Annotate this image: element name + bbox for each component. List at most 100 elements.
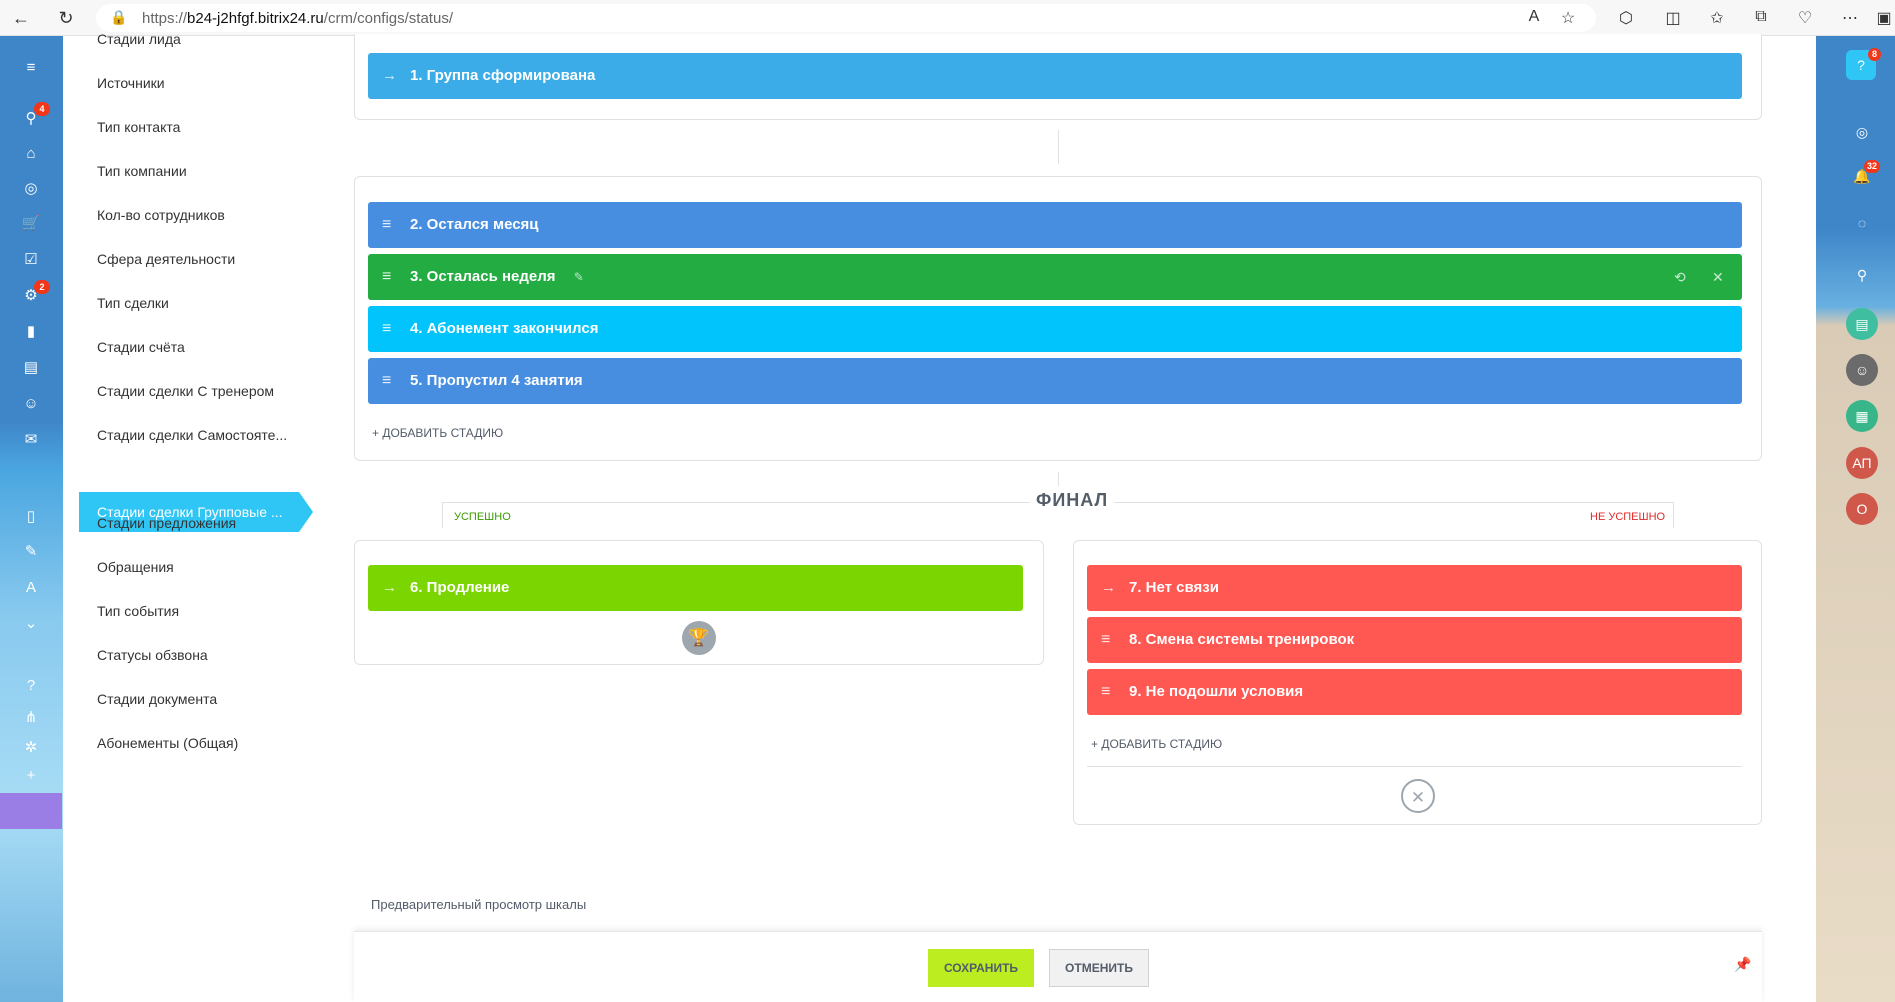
edge-sidebar-icon[interactable]: ▣ bbox=[1874, 8, 1894, 28]
stage-fail[interactable]: ≡ 8. Смена системы тренировок bbox=[1087, 617, 1742, 663]
stage-fail[interactable]: → 7. Нет связи bbox=[1087, 565, 1742, 611]
browser-toolbar: ← ↻ 🔒 https://b24-j2hfgf.bitrix24.ru/crm… bbox=[0, 0, 1895, 36]
avatar-o[interactable]: О bbox=[1846, 493, 1878, 525]
close-circle-icon: ✕ bbox=[1401, 779, 1435, 813]
collections-icon[interactable]: ⧉ bbox=[1751, 8, 1771, 26]
favorites-icon[interactable]: ✩ bbox=[1707, 8, 1727, 28]
menu-item[interactable]: Тип контакта bbox=[97, 119, 180, 135]
stage-item[interactable]: ≡ 3. Осталась неделя ✎ ⟲ ✕ bbox=[368, 254, 1742, 300]
analytics-icon[interactable]: ▮ bbox=[21, 322, 41, 342]
menu-item[interactable]: Стадии сделки С тренером bbox=[97, 383, 274, 399]
back-icon[interactable]: ← bbox=[10, 7, 32, 29]
help-icon[interactable]: ? bbox=[21, 676, 41, 696]
stage-label: 3. Осталась неделя bbox=[410, 268, 556, 285]
lock-icon: 🔒 bbox=[110, 9, 128, 25]
menu-item[interactable]: Стадии сделки Самостояте... bbox=[97, 427, 287, 443]
fail-label: НЕ УСПЕШНО bbox=[1590, 511, 1666, 523]
stage-label: 5. Пропустил 4 занятия bbox=[410, 372, 583, 389]
stage-label: 1. Группа сформирована bbox=[410, 67, 596, 84]
preview-label: Предварительный просмотр шкалы bbox=[371, 897, 587, 912]
final-divider-left bbox=[442, 502, 443, 528]
chevron-down-icon[interactable]: ⌄ bbox=[21, 614, 41, 634]
mail-icon[interactable]: ✉ bbox=[21, 430, 41, 450]
address-bar[interactable]: 🔒 https://b24-j2hfgf.bitrix24.ru/crm/con… bbox=[96, 4, 1596, 32]
arrow-right-icon: → bbox=[1101, 579, 1116, 596]
updates-icon[interactable]: ◎ bbox=[1846, 116, 1878, 148]
add-stage-button[interactable]: + ДОБАВИТЬ СТАДИЮ bbox=[1091, 737, 1222, 751]
add-stage-button[interactable]: + ДОБАВИТЬ СТАДИЮ bbox=[372, 426, 503, 440]
menu-item[interactable]: Источники bbox=[97, 75, 165, 91]
settings-menu: Стадии лида Источники Тип контакта Тип к… bbox=[63, 31, 318, 1002]
stage-item[interactable]: ≡ 4. Абонемент закончился bbox=[368, 306, 1742, 352]
sitemap-icon[interactable]: ⋔ bbox=[21, 708, 41, 728]
stage-fail[interactable]: ≡ 9. Не подошли условия bbox=[1087, 669, 1742, 715]
robot-icon[interactable]: ☺ bbox=[21, 394, 41, 414]
drag-handle-icon[interactable]: ≡ bbox=[382, 254, 391, 300]
stage-label: 6. Продление bbox=[410, 579, 510, 596]
delete-icon[interactable]: ✕ bbox=[1712, 254, 1724, 300]
stage-label: 4. Абонемент закончился bbox=[410, 320, 599, 337]
menu-icon[interactable]: ≡ bbox=[21, 58, 41, 78]
settings-icon[interactable]: ✲ bbox=[21, 738, 41, 758]
read-aloud-icon[interactable]: A bbox=[1524, 8, 1544, 26]
menu-item[interactable]: Абонементы (Общая) bbox=[97, 735, 238, 751]
cart-icon[interactable]: 🛒 bbox=[21, 214, 41, 234]
text-icon[interactable]: A bbox=[21, 578, 41, 598]
cancel-button[interactable]: ОТМЕНИТЬ bbox=[1049, 949, 1149, 987]
target-icon[interactable]: ◎ bbox=[21, 179, 41, 199]
menu-item[interactable]: Тип события bbox=[97, 603, 179, 619]
user-avatar-icon[interactable]: ☺ bbox=[1846, 354, 1878, 386]
menu-item[interactable]: Тип компании bbox=[97, 163, 187, 179]
url-text: https://b24-j2hfgf.bitrix24.ru/crm/confi… bbox=[142, 10, 453, 27]
theme-toggle[interactable] bbox=[0, 793, 62, 829]
trophy-icon: 🏆 bbox=[682, 621, 716, 655]
menu-item[interactable]: Обращения bbox=[97, 559, 174, 575]
reload-icon[interactable]: ↻ bbox=[55, 7, 77, 29]
color-picker-icon[interactable]: ⟲ bbox=[1674, 254, 1686, 300]
menu-item[interactable]: Стадии лида bbox=[97, 31, 181, 47]
menu-item[interactable]: Статусы обзвона bbox=[97, 647, 208, 663]
drag-handle-icon[interactable]: ≡ bbox=[382, 202, 391, 248]
menu-item[interactable]: Сфера деятельности bbox=[97, 251, 235, 267]
contacts-icon[interactable]: ▤ bbox=[21, 358, 41, 378]
drag-handle-icon[interactable]: ≡ bbox=[1101, 669, 1110, 715]
favorite-star-icon[interactable]: ☆ bbox=[1558, 8, 1578, 28]
stage-item[interactable]: ≡ 5. Пропустил 4 занятия bbox=[368, 358, 1742, 404]
drag-handle-icon[interactable]: ≡ bbox=[382, 358, 391, 404]
search-icon[interactable]: ⚲ bbox=[1846, 259, 1878, 291]
save-button[interactable]: СОХРАНИТЬ bbox=[928, 949, 1034, 987]
chat-icon[interactable]: ◌ bbox=[1846, 207, 1878, 239]
menu-item[interactable]: Стадии предложения bbox=[97, 515, 236, 531]
stage-item[interactable]: ≡ 2. Остался месяц bbox=[368, 202, 1742, 248]
notes-icon[interactable]: ▦ bbox=[1846, 400, 1878, 432]
edit-pencil-icon[interactable]: ✎ bbox=[574, 270, 584, 284]
more-icon[interactable]: ⋯ bbox=[1840, 8, 1860, 28]
menu-item[interactable]: Кол-во сотрудников bbox=[97, 207, 225, 223]
stage-initial[interactable]: → 1. Группа сформирована bbox=[368, 53, 1742, 99]
split-screen-icon[interactable]: ◫ bbox=[1663, 8, 1683, 28]
pin-icon[interactable]: 📌 bbox=[1734, 956, 1751, 973]
notifications-badge: 32 bbox=[1864, 160, 1881, 173]
crm-badge: 2 bbox=[34, 280, 50, 294]
menu-item[interactable]: Тип сделки bbox=[97, 295, 169, 311]
stage-label: 2. Остался месяц bbox=[410, 216, 539, 233]
tasks-icon[interactable]: ☑ bbox=[21, 250, 41, 270]
avatar-ap[interactable]: АП bbox=[1846, 447, 1878, 479]
open-channel-icon[interactable]: ▤ bbox=[1846, 308, 1878, 340]
drag-handle-icon[interactable]: ≡ bbox=[1101, 617, 1110, 663]
browser-essentials-icon[interactable]: ♡ bbox=[1795, 8, 1815, 28]
menu-item[interactable]: Стадии счёта bbox=[97, 339, 185, 355]
final-title: ФИНАЛ bbox=[1030, 490, 1115, 511]
extensions-icon[interactable]: ⬡ bbox=[1616, 8, 1636, 28]
feed-badge: 4 bbox=[34, 102, 50, 116]
sign-icon[interactable]: ✎ bbox=[21, 542, 41, 562]
menu-item[interactable]: Стадии документа bbox=[97, 691, 217, 707]
add-icon[interactable]: + bbox=[21, 766, 41, 786]
drag-handle-icon[interactable]: ≡ bbox=[382, 306, 391, 352]
success-label: УСПЕШНО bbox=[454, 511, 511, 523]
document-icon[interactable]: ▯ bbox=[21, 507, 41, 527]
stage-success[interactable]: → 6. Продление bbox=[368, 565, 1023, 611]
connector-line bbox=[1058, 472, 1059, 486]
left-app-rail: ≡ ⚲ 4 ⌂ ◎ 🛒 ☑ ⚙ 2 ▮ ▤ ☺ ✉ ▯ ✎ A ⌄ ? ⋔ ✲ … bbox=[0, 36, 63, 1002]
home-icon[interactable]: ⌂ bbox=[21, 144, 41, 164]
